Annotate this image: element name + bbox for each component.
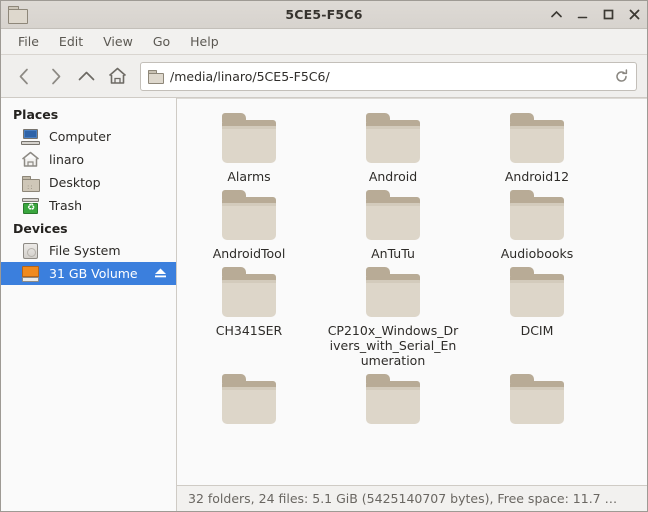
sidebar-item-label: 31 GB Volume [49,266,138,281]
sidebar-item-file-system[interactable]: File System [1,239,176,262]
sidebar-item-trash[interactable]: Trash [1,194,176,217]
folder-icon [222,113,276,163]
file-manager-window: 5CE5-F5C6 File Edit View Go Help /media/… [0,0,648,512]
menu-file[interactable]: File [10,32,49,51]
file-item-label: Android12 [504,169,570,184]
sidebar-item-computer[interactable]: Computer [1,125,176,148]
menu-view[interactable]: View [95,32,143,51]
file-item-label: CP210x_Windows_Drivers_with_Serial_Enume… [327,323,459,368]
file-item[interactable] [321,368,465,430]
file-item[interactable]: AnTuTu [321,184,465,261]
navigation-toolbar: /media/linaro/5CE5-F5C6/ [1,55,647,98]
file-item[interactable] [177,368,321,430]
sidebar-item-label: linaro [49,152,85,167]
sidebar-item-desktop[interactable]: :: Desktop [1,171,176,194]
icon-view[interactable]: Alarms Android Android12 AndroidTool AnT… [177,99,647,485]
folder-icon [510,113,564,163]
icon-row: CH341SER CP210x_Windows_Drivers_with_Ser… [177,261,647,368]
close-button[interactable] [628,8,641,21]
sidebar-item-linaro[interactable]: linaro [1,148,176,171]
icon-row: Alarms Android Android12 [177,107,647,184]
title-bar: 5CE5-F5C6 [1,1,647,29]
menu-bar: File Edit View Go Help [1,29,647,55]
sidebar-item-label: File System [49,243,121,258]
home-button[interactable] [102,61,133,92]
computer-icon [21,128,41,146]
file-item[interactable]: Android [321,107,465,184]
file-item-label: DCIM [520,323,554,338]
maximize-button[interactable] [602,8,615,21]
path-text: /media/linaro/5CE5-F5C6/ [170,68,330,84]
file-item-label: Audiobooks [500,246,574,261]
forward-button[interactable] [40,61,71,92]
folder-icon [366,267,420,317]
path-folder-icon [148,69,164,84]
file-item[interactable] [465,368,609,430]
menu-edit[interactable]: Edit [51,32,93,51]
window-body: Places Computer linaro:: Desktop ♻ Tras… [1,98,647,511]
file-item-label: AndroidTool [212,246,286,261]
file-item[interactable]: Alarms [177,107,321,184]
folder-icon [222,190,276,240]
file-item[interactable]: Android12 [465,107,609,184]
menu-help[interactable]: Help [182,32,229,51]
file-item[interactable]: DCIM [465,261,609,368]
shade-button[interactable] [550,8,563,21]
file-item-label: AnTuTu [371,246,415,261]
window-controls [550,1,641,28]
icon-row: AndroidTool AnTuTu Audiobooks [177,184,647,261]
drive-icon [21,265,41,283]
home-icon [21,151,41,169]
status-text: 32 folders, 24 files: 5.1 GiB (542514070… [188,491,618,506]
sidebar-section-devices: Devices [13,221,68,236]
folder-icon [222,374,276,424]
icon-row [177,368,647,430]
file-item[interactable]: Audiobooks [465,184,609,261]
file-item[interactable]: CH341SER [177,261,321,368]
trash-icon [21,197,41,215]
file-item[interactable]: AndroidTool [177,184,321,261]
folder-icon [510,190,564,240]
sidebar-item-label: Desktop [49,175,101,190]
folder-icon [510,374,564,424]
up-button[interactable] [71,61,102,92]
window-folder-icon [7,5,29,24]
back-button[interactable] [9,61,40,92]
file-item-label: Android [368,169,418,184]
file-item-label: CH341SER [215,323,283,338]
file-item[interactable]: CP210x_Windows_Drivers_with_Serial_Enume… [321,261,465,368]
reload-icon[interactable] [608,63,634,89]
folder-icon [510,267,564,317]
content-area: Alarms Android Android12 AndroidTool AnT… [177,98,647,511]
menu-go[interactable]: Go [145,32,180,51]
file-item-label: Alarms [227,169,271,184]
sidebar-item-31-gb-volume[interactable]: 31 GB Volume [1,262,176,285]
places-sidebar: Places Computer linaro:: Desktop ♻ Tras… [1,98,177,511]
folder-icon [366,113,420,163]
folder-icon: :: [21,174,41,192]
folder-icon [366,190,420,240]
minimize-button[interactable] [576,8,589,21]
sidebar-section-places: Places [13,107,59,122]
status-bar: 32 folders, 24 files: 5.1 GiB (542514070… [177,485,647,511]
folder-icon [222,267,276,317]
sidebar-item-label: Trash [49,198,83,213]
folder-icon [366,374,420,424]
sidebar-item-label: Computer [49,129,112,144]
eject-icon[interactable] [154,266,167,281]
path-entry[interactable]: /media/linaro/5CE5-F5C6/ [140,61,637,91]
harddisk-icon [21,242,41,260]
